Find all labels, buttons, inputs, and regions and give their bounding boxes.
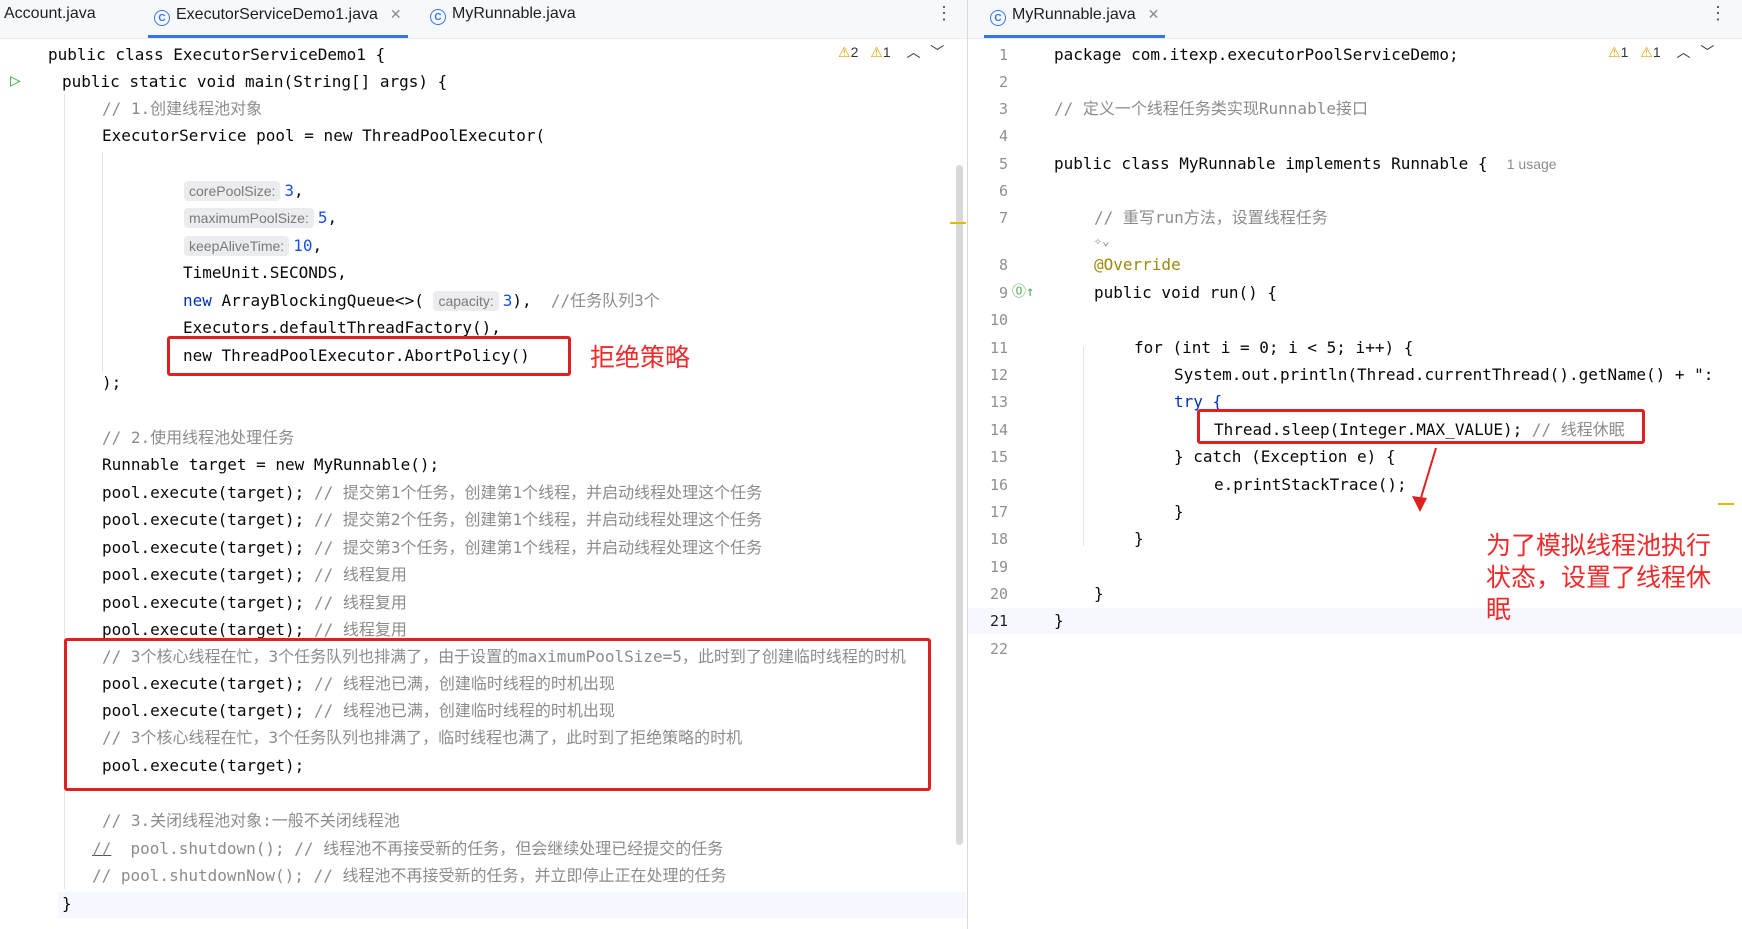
java-class-icon: C	[990, 10, 1006, 26]
more-icon[interactable]: ⋮	[1709, 0, 1727, 26]
code-line-class-decl: public class MyRunnable implements Runna…	[1054, 154, 1557, 173]
annotation-box-abort-policy	[167, 336, 571, 376]
code-line-close-brace: }	[62, 894, 72, 913]
annotation-label-reject-policy: 拒绝策略	[590, 344, 691, 372]
code-line-execute: pool.execute(target); // 提交第1个任务，创建第1个线程…	[102, 483, 763, 502]
close-icon[interactable]: ✕	[390, 6, 402, 22]
code-comment: // 重写run方法，设置线程任务	[1094, 208, 1328, 227]
code-line-catch: } catch (Exception e) {	[1174, 447, 1396, 466]
scroll-thumb[interactable]	[956, 165, 963, 845]
code-line-close-paren: );	[102, 373, 122, 392]
tab-label: ExecutorServiceDemo1.java	[176, 6, 378, 23]
java-class-icon: C	[154, 10, 170, 26]
code-line-printstacktrace: e.printStackTrace();	[1214, 475, 1407, 494]
tab-myrunnable-java[interactable]: C MyRunnable.java ✕	[984, 0, 1166, 38]
code-line-target: Runnable target = new MyRunnable();	[102, 455, 440, 474]
code-line-execute: pool.execute(target); // 提交第3个任务，创建第1个线程…	[102, 538, 763, 557]
code-line-execute: pool.execute(target); // 提交第2个任务，创建第1个线程…	[102, 510, 763, 529]
code-line-brace: }	[1054, 611, 1064, 630]
code-line-corepoolsize: corePoolSize: 3,	[184, 178, 304, 204]
code-line-main: public static void main(String[] args) {	[62, 72, 448, 91]
code-line-maximumpoolsize: maximumPoolSize: 5,	[184, 205, 337, 231]
code-line-execute: pool.execute(target); // 线程复用	[102, 593, 407, 612]
tab-label: MyRunnable.java	[452, 5, 576, 22]
code-comment: // 2.使用线程池处理任务	[102, 428, 295, 447]
code-line-pool: ExecutorService pool = new ThreadPoolExe…	[102, 126, 546, 145]
warning-marker[interactable]	[950, 222, 966, 224]
code-line-brace: }	[1134, 529, 1144, 548]
code-line-brace: }	[1174, 502, 1184, 521]
right-tab-bar: C MyRunnable.java ✕ ⋮	[968, 0, 1742, 39]
right-code-area[interactable]: package com.itexp.executorPoolServiceDem…	[968, 39, 1742, 929]
annotation-box-temp-threads	[64, 638, 931, 791]
tab-myrunnable-java[interactable]: C MyRunnable.java	[430, 0, 576, 38]
java-class-icon: C	[430, 9, 446, 25]
left-editor-pane: Account.java C ExecutorServiceDemo1.java ✕…	[0, 0, 967, 929]
code-line-println: System.out.println(Thread.currentThread(…	[1174, 365, 1714, 384]
code-comment: // 3.关闭线程池对象:一般不关闭线程池	[102, 811, 400, 830]
code-comment: // 1.创建线程池对象	[102, 99, 263, 118]
tab-label: Account.java	[4, 5, 96, 22]
code-line-run: public void run() {	[1094, 283, 1278, 302]
code-line-class-decl: public class ExecutorServiceDemo1 {	[48, 45, 386, 64]
code-line-for: for (int i = 0; i < 5; i++) {	[1134, 338, 1414, 357]
code-line-override: @Override	[1094, 255, 1181, 274]
warning-marker[interactable]	[1718, 503, 1734, 505]
code-comment: // pool.shutdown(); // 线程池不再接受新的任务，但会继续处…	[92, 839, 724, 858]
annotation-box-sleep	[1197, 409, 1645, 444]
code-comment: // 定义一个线程任务类实现Runnable接口	[1054, 99, 1368, 118]
annotation-label-sleep-note: 为了模拟线程池执行状态，设置了线程休眠	[1486, 532, 1712, 624]
annotation-arrow	[1412, 447, 1437, 512]
code-line-package: package com.itexp.executorPoolServiceDem…	[1054, 45, 1459, 64]
left-scrollbar[interactable]	[955, 39, 965, 929]
close-icon[interactable]: ✕	[1148, 6, 1160, 22]
left-tab-bar: Account.java C ExecutorServiceDemo1.java ✕…	[0, 0, 967, 39]
code-line-execute: pool.execute(target); // 线程复用	[102, 565, 407, 584]
code-line-keepalivetime: keepAliveTime: 10,	[184, 233, 322, 259]
code-comment: // pool.shutdownNow(); // 线程池不再接受新的任务，并立…	[92, 866, 727, 885]
tab-account-java[interactable]: Account.java	[4, 0, 96, 38]
right-editor-pane: C MyRunnable.java ✕ ⋮ ⚠1 ⚠1 ︿ ﹀ 1 2 3 4 5 …	[967, 0, 1742, 929]
code-line-queue: new ArrayBlockingQueue<>( capacity: 3), /…	[183, 291, 660, 311]
code-line-timeunit: TimeUnit.SECONDS,	[183, 263, 347, 282]
more-icon[interactable]: ⋮	[935, 0, 953, 26]
left-code-area[interactable]: public class ExecutorServiceDemo1 { publ…	[0, 39, 967, 929]
code-line-brace: }	[1094, 584, 1104, 603]
tab-label: MyRunnable.java	[1012, 6, 1136, 23]
tab-executorservicedemo1-java[interactable]: C ExecutorServiceDemo1.java ✕	[148, 0, 408, 38]
